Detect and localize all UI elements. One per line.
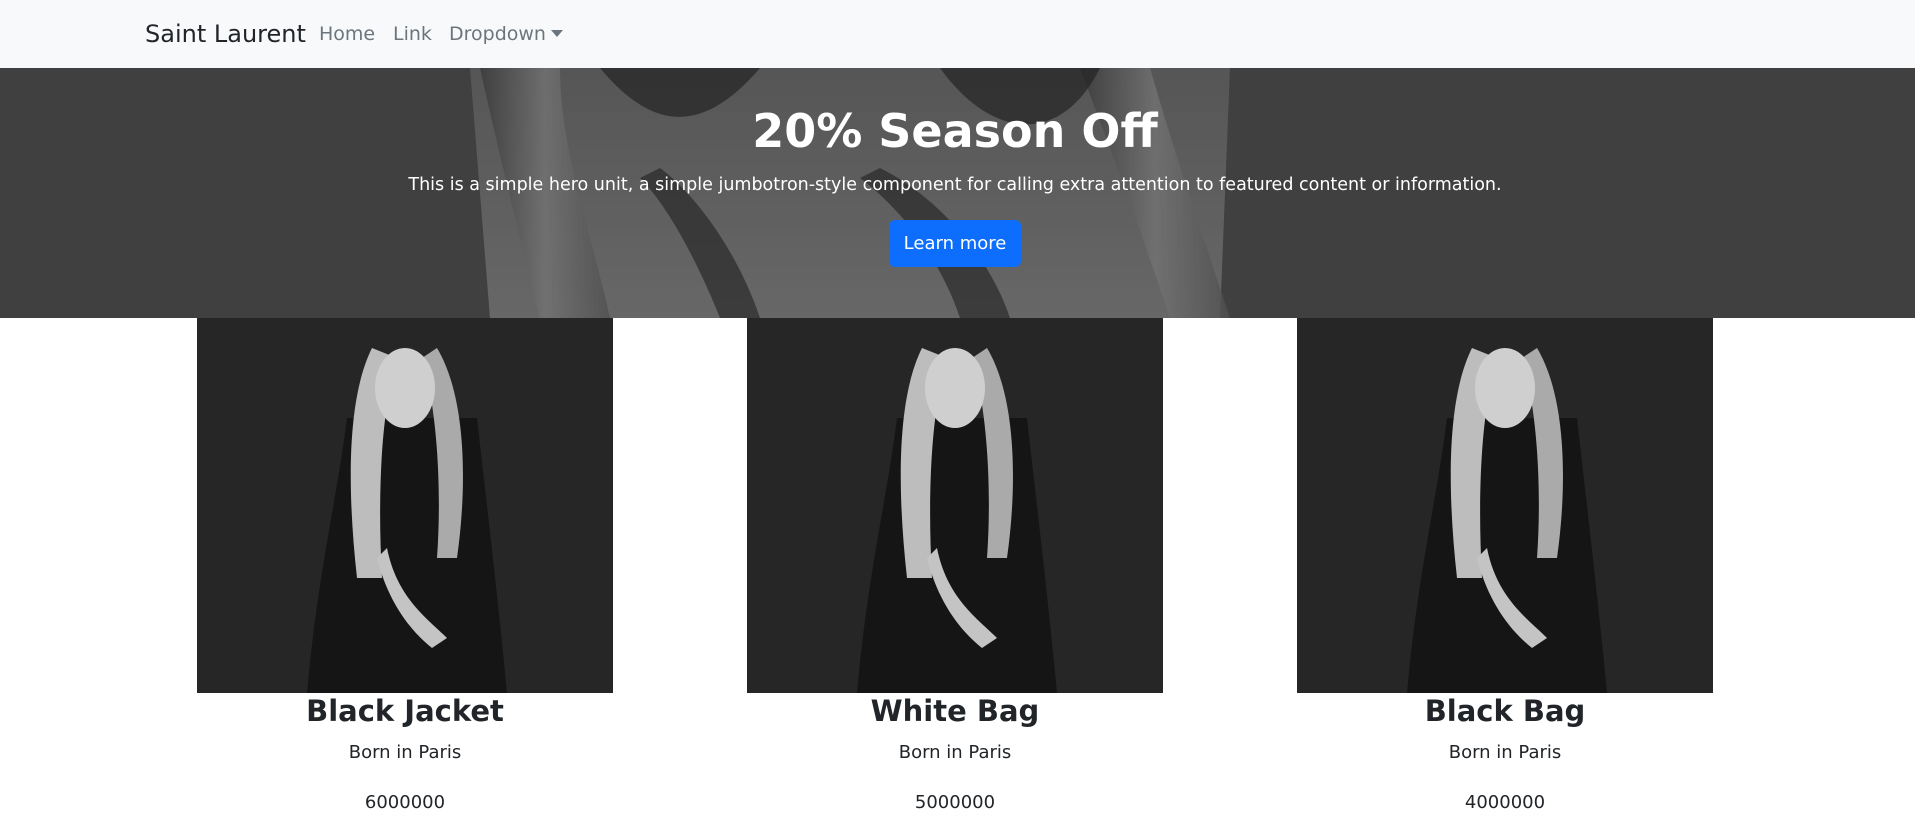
caret-down-icon: [550, 30, 563, 37]
product-origin: Born in Paris: [898, 742, 1012, 763]
product-card: White Bag Born in Paris 5000000: [747, 318, 1163, 815]
product-image[interactable]: [1297, 318, 1713, 693]
product-name: Black Bag: [1424, 694, 1586, 728]
product-name: White Bag: [870, 694, 1040, 728]
hero-banner: 20% Season Off This is a simple hero uni…: [0, 68, 1915, 318]
navbar: Saint Laurent Home Link Dropdown: [0, 0, 1915, 68]
nav-dropdown-label: Dropdown: [449, 23, 546, 45]
product-name: Black Jacket: [306, 694, 504, 728]
brand-logo-text[interactable]: Saint Laurent: [145, 19, 306, 49]
nav-link-home[interactable]: Home: [319, 22, 375, 46]
product-image[interactable]: [747, 318, 1163, 693]
hero-lead-text: This is a simple hero unit, a simple jum…: [408, 175, 1502, 195]
product-price: 6000000: [364, 792, 446, 813]
product-origin: Born in Paris: [1448, 742, 1562, 763]
nav-dropdown-toggle[interactable]: Dropdown: [449, 22, 563, 46]
product-price: 5000000: [914, 792, 996, 813]
product-origin: Born in Paris: [348, 742, 462, 763]
product-card: Black Jacket Born in Paris 6000000: [197, 318, 613, 815]
learn-more-button[interactable]: Learn more: [889, 220, 1021, 267]
product-image[interactable]: [197, 318, 613, 693]
product-price: 4000000: [1464, 792, 1546, 813]
hero-title: 20% Season Off: [752, 104, 1158, 158]
product-card: Black Bag Born in Paris 4000000: [1297, 318, 1713, 815]
nav-link-link[interactable]: Link: [393, 22, 432, 46]
